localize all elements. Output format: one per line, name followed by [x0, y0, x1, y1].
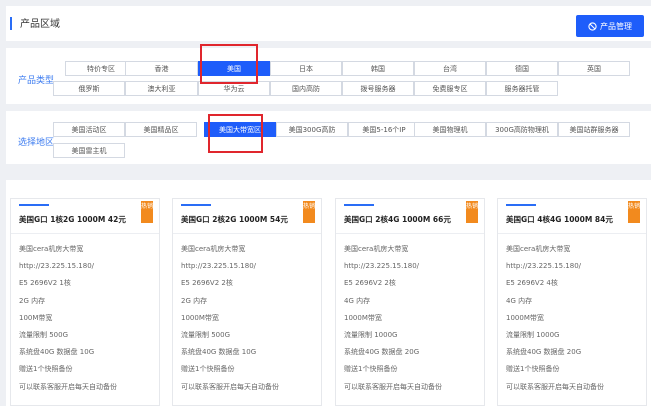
product-card[interactable]: 美国G口 2核4G 1000M 66元 热销 美国cera机房大带宽 http:… — [335, 198, 485, 406]
type-option-no-filing[interactable]: 免费服专区 — [414, 81, 486, 96]
feature-item: 美国cera机房大带宽 — [19, 245, 84, 253]
type-option-taiwan[interactable]: 台湾 — [414, 61, 486, 76]
region-option-lei-host[interactable]: 美国雷主机 — [53, 143, 125, 158]
feature-item: 流量限制 1000G — [344, 330, 398, 339]
card-title: 美国G口 1核2G 1000M 42元 — [19, 215, 126, 224]
product-manage-button[interactable]: 产品管理 — [576, 15, 644, 37]
product-card[interactable]: 美国G口 4核4G 1000M 84元 热销 美国cera机房大带宽 http:… — [497, 198, 647, 406]
feature-item: 赠送1个快照备份 — [19, 365, 73, 374]
highlight-box-usa — [200, 44, 258, 84]
type-option-japan[interactable]: 日本 — [270, 61, 342, 76]
card-divider — [498, 233, 646, 234]
card-accent-bar — [181, 204, 211, 206]
feature-item: 系统盘40G 数据盘 20G — [506, 348, 582, 357]
card-divider — [336, 233, 484, 234]
product-card[interactable]: 美国G口 2核2G 1000M 54元 热销 美国cera机房大带宽 http:… — [172, 198, 322, 406]
type-option-uk[interactable]: 英国 — [558, 61, 630, 76]
region-option-300g-bare-metal[interactable]: 300G高防物理机 — [486, 122, 558, 137]
header-panel — [6, 6, 651, 41]
feature-item: 可以联系客服开启每天自动备份 — [506, 382, 604, 391]
product-manage-label: 产品管理 — [600, 21, 632, 31]
card-feature-list: 美国cera机房大带宽 http://23.225.15.180/ E5 269… — [19, 241, 117, 396]
type-option-australia[interactable]: 澳大利亚 — [125, 81, 198, 96]
feature-item: http://23.225.15.180/ — [506, 262, 582, 271]
card-title: 美国G口 4核4G 1000M 84元 — [506, 215, 613, 224]
card-accent-bar — [506, 204, 536, 206]
feature-item: 100M带宽 — [19, 313, 53, 322]
region-option-multi-ip[interactable]: 美国5-16个IP — [348, 122, 420, 137]
region-option-premium[interactable]: 美国精品区 — [125, 122, 197, 137]
feature-item: 可以联系客服开启每天自动备份 — [19, 382, 117, 391]
feature-item: 2G 内存 — [19, 296, 46, 305]
feature-item: E5 2696V2 4核 — [506, 279, 558, 288]
feature-item: 2G 内存 — [181, 296, 208, 305]
feature-item: 赠送1个快照备份 — [344, 365, 398, 374]
feature-item: http://23.225.15.180/ — [344, 262, 420, 271]
hot-sale-badge: 热销 — [466, 201, 478, 223]
prohibit-icon — [588, 21, 597, 31]
page-title: 产品区域 — [20, 19, 60, 30]
feature-item: 1000M带宽 — [181, 313, 219, 322]
feature-item: 流量限制 500G — [19, 330, 69, 339]
product-card[interactable]: 美国G口 1核2G 1000M 42元 热销 美国cera机房大带宽 http:… — [10, 198, 160, 406]
feature-item: 流量限制 500G — [181, 330, 231, 339]
card-divider — [173, 233, 321, 234]
type-option-dialup-server[interactable]: 拨号服务器 — [342, 81, 414, 96]
feature-item: 4G 内存 — [506, 296, 533, 305]
feature-item: 4G 内存 — [344, 296, 371, 305]
feature-item: 系统盘40G 数据盘 10G — [181, 348, 257, 357]
feature-item: http://23.225.15.180/ — [19, 262, 95, 271]
feature-item: 流量限制 1000G — [506, 330, 560, 339]
feature-item: 美国cera机房大带宽 — [181, 245, 246, 253]
card-feature-list: 美国cera机房大带宽 http://23.225.15.180/ E5 269… — [344, 241, 442, 396]
hot-sale-badge: 热销 — [303, 201, 315, 223]
card-feature-list: 美国cera机房大带宽 http://23.225.15.180/ E5 269… — [506, 241, 604, 396]
feature-item: E5 2696V2 1核 — [19, 279, 71, 288]
type-option-hongkong[interactable]: 香港 — [125, 61, 198, 76]
highlight-box-high-bandwidth — [208, 114, 263, 153]
region-option-300g-ddos[interactable]: 美国300G高防 — [276, 122, 348, 137]
header-accent-bar — [10, 17, 12, 30]
type-option-korea[interactable]: 韩国 — [342, 61, 414, 76]
type-option-russia[interactable]: 俄罗斯 — [53, 81, 125, 96]
region-option-bare-metal[interactable]: 美国物理机 — [414, 122, 486, 137]
product-type-label: 产品类型 — [18, 76, 55, 86]
feature-item: 可以联系客服开启每天自动备份 — [181, 382, 279, 391]
feature-item: 可以联系客服开启每天自动备份 — [344, 382, 442, 391]
feature-item: E5 2696V2 2核 — [344, 279, 396, 288]
feature-item: 系统盘40G 数据盘 20G — [344, 348, 420, 357]
region-option-promo[interactable]: 美国活动区 — [53, 122, 125, 137]
card-accent-bar — [19, 204, 49, 206]
card-feature-list: 美国cera机房大带宽 http://23.225.15.180/ E5 269… — [181, 241, 279, 396]
card-title: 美国G口 2核2G 1000M 54元 — [181, 215, 288, 224]
feature-item: 赠送1个快照备份 — [506, 365, 560, 374]
hot-sale-badge: 热销 — [141, 201, 153, 223]
region-label: 选择地区 — [18, 138, 55, 148]
feature-item: 系统盘40G 数据盘 10G — [19, 348, 95, 357]
card-title: 美国G口 2核4G 1000M 66元 — [344, 215, 451, 224]
feature-item: 1000M带宽 — [344, 313, 382, 322]
feature-item: 1000M带宽 — [506, 313, 544, 322]
feature-item: 美国cera机房大带宽 — [506, 245, 571, 253]
type-option-germany[interactable]: 德国 — [486, 61, 558, 76]
feature-item: 美国cera机房大带宽 — [344, 245, 409, 253]
feature-item: E5 2696V2 2核 — [181, 279, 233, 288]
type-option-colocation[interactable]: 服务器托管 — [486, 81, 558, 96]
feature-item: 赠送1个快照备份 — [181, 365, 235, 374]
region-option-site-cluster[interactable]: 美国站群服务器 — [558, 122, 630, 137]
feature-item: http://23.225.15.180/ — [181, 262, 257, 271]
card-divider — [11, 233, 159, 234]
card-accent-bar — [344, 204, 374, 206]
type-option-domestic-ddos[interactable]: 国内高防 — [270, 81, 342, 96]
hot-sale-badge: 热销 — [628, 201, 640, 223]
